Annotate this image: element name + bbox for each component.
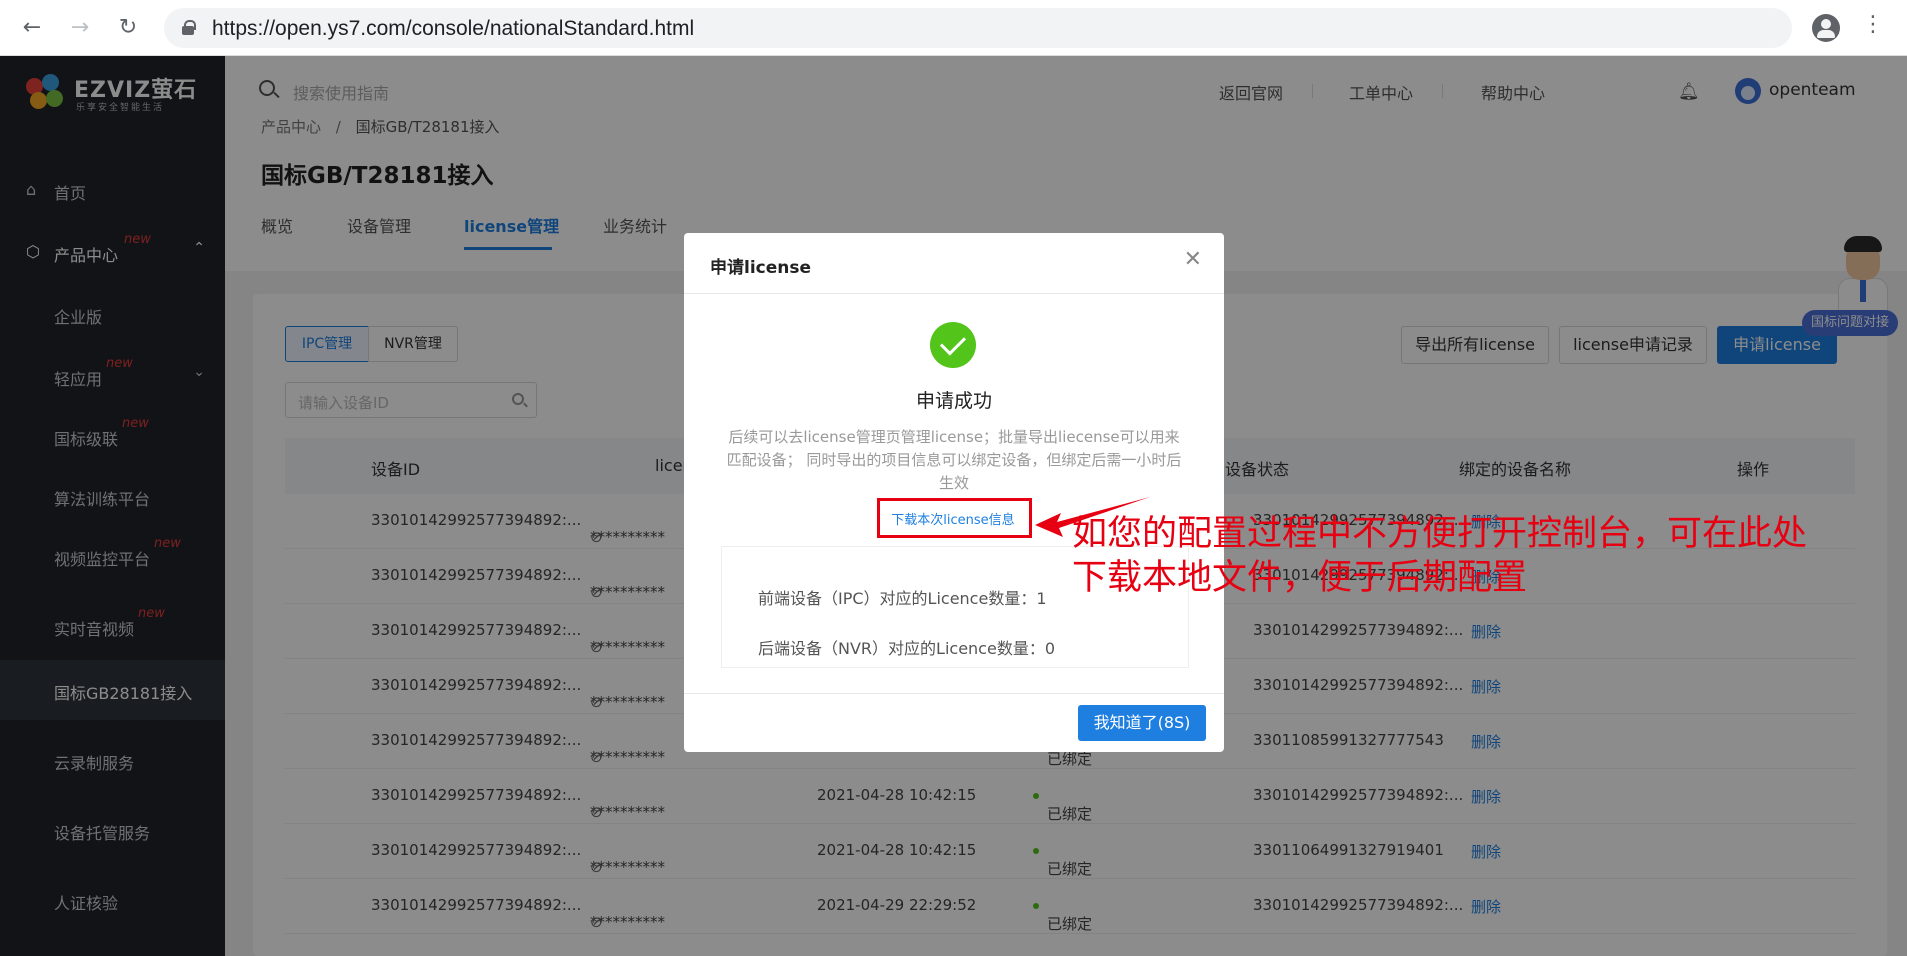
back-arrow-icon[interactable]: ← [16, 12, 48, 44]
divider [684, 293, 1224, 294]
confirm-button[interactable]: 我知道了(8S) [1078, 705, 1206, 741]
download-license-link[interactable]: 下载本次license信息 [876, 509, 1030, 528]
profile-icon[interactable] [1812, 14, 1840, 42]
apply-license-dialog: 申请license ✕ 申请成功 后续可以去license管理页管理licens… [684, 233, 1224, 752]
browser-toolbar: ← → ↻ https://open.ys7.com/console/natio… [0, 0, 1907, 56]
forward-arrow-icon[interactable]: → [64, 12, 96, 44]
success-title: 申请成功 [915, 390, 992, 412]
annotation-text: 如您的配置过程中不方便打开控制台，可在此处下载本地文件，便于后期配置 [1072, 514, 1808, 598]
url-text: https://open.ys7.com/console/nationalSta… [212, 17, 695, 40]
address-bar[interactable]: https://open.ys7.com/console/nationalSta… [164, 8, 1792, 48]
more-menu-icon[interactable]: ⋮ [1862, 12, 1884, 37]
divider [684, 693, 1224, 694]
dialog-title: 申请license [710, 258, 812, 278]
ipc-license-count: 前端设备（IPC）对应的Licence数量：1 [758, 589, 1047, 608]
lock-icon [182, 20, 196, 35]
close-icon[interactable]: ✕ [1184, 247, 1202, 272]
reload-icon[interactable]: ↻ [112, 12, 144, 44]
nvr-license-count: 后端设备（NVR）对应的Licence数量：0 [758, 639, 1055, 658]
success-description: 后续可以去license管理页管理license；批量导出liecense可以用… [726, 428, 1182, 492]
success-check-icon [930, 322, 976, 368]
